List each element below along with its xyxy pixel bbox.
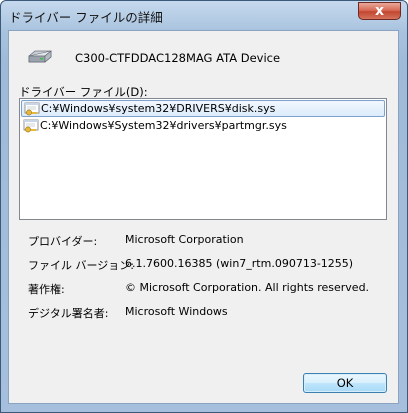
- title-bar[interactable]: ドライバー ファイルの詳細 x: [1, 1, 407, 29]
- drive-icon: [28, 50, 52, 63]
- ok-button-label: OK: [336, 376, 354, 390]
- provider-label: プロバイダー:: [28, 235, 98, 248]
- close-icon: x: [374, 3, 385, 19]
- file-path: C:¥Windows¥system32¥DRIVERS¥disk.sys: [41, 102, 276, 115]
- file-version-label: ファイル バージョン:: [28, 259, 134, 272]
- driver-file-list[interactable]: C:¥Windows¥system32¥DRIVERS¥disk.sys C:¥…: [19, 98, 387, 220]
- digital-signer-label: デジタル署名者:: [28, 307, 109, 320]
- provider-value: Microsoft Corporation: [125, 233, 244, 246]
- ok-button[interactable]: OK: [303, 373, 387, 393]
- driver-file-details-dialog: ドライバー ファイルの詳細 x C300-CTFDDAC128MAG ATA D…: [0, 0, 408, 413]
- close-button[interactable]: x: [358, 2, 401, 20]
- copyright-value: © Microsoft Corporation. All rights rese…: [125, 281, 370, 294]
- file-version-value: 6.1.7600.16385 (win7_rtm.090713-1255): [125, 257, 354, 270]
- window-title: ドライバー ファイルの詳細: [9, 10, 163, 25]
- file-path: C:¥Windows¥System32¥drivers¥partmgr.sys: [40, 119, 287, 132]
- copyright-label: 著作権:: [28, 283, 65, 296]
- driver-file-icon: [23, 119, 39, 133]
- driver-file-icon: [24, 102, 40, 116]
- list-item[interactable]: C:¥Windows¥system32¥DRIVERS¥disk.sys: [21, 100, 385, 117]
- device-name: C300-CTFDDAC128MAG ATA Device: [75, 51, 281, 65]
- dialog-client-area: C300-CTFDDAC128MAG ATA Device ドライバー ファイル…: [8, 30, 399, 404]
- list-item[interactable]: C:¥Windows¥System32¥drivers¥partmgr.sys: [21, 118, 385, 135]
- digital-signer-value: Microsoft Windows: [125, 305, 228, 318]
